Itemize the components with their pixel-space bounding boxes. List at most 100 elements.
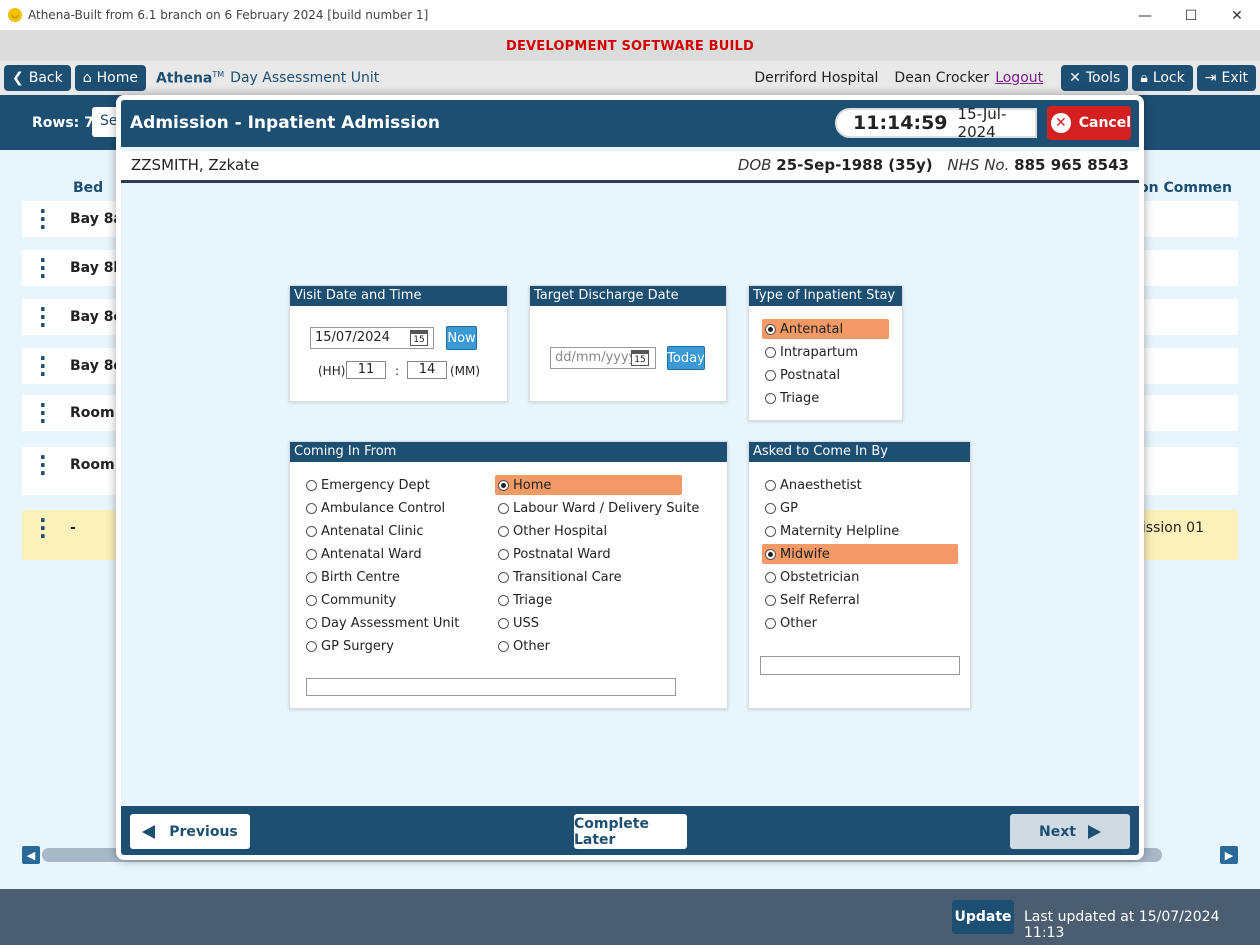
rows-count: Rows: 7 bbox=[32, 115, 94, 131]
panel-title: Visit Date and Time bbox=[290, 286, 507, 306]
visit-date-panel: Visit Date and Time 15/07/2024 15 Now (H… bbox=[289, 285, 508, 402]
admission-dialog: Admission - Inpatient Admission 11:14:59… bbox=[116, 95, 1144, 860]
nhs-label: NHS No. bbox=[947, 156, 1010, 174]
unit-name: Day Assessment Unit bbox=[230, 70, 380, 86]
radio-icon bbox=[765, 323, 776, 335]
lock-button[interactable]: 🔒︎ Lock bbox=[1132, 65, 1193, 91]
radio-labour-ward[interactable]: Labour Ward / Delivery Suite bbox=[495, 498, 715, 518]
clock-display: 11:14:59 15-Jul-2024 bbox=[835, 105, 1037, 141]
patient-dob: 25-Sep-1988 (35y) bbox=[776, 156, 933, 174]
last-updated-text: Last updated at 15/07/2024 11:13 bbox=[1024, 909, 1220, 941]
radio-icon bbox=[306, 617, 317, 629]
minute-input[interactable]: 14 bbox=[407, 361, 447, 379]
window-titlebar: ◡ Athena-Built from 6.1 branch on 6 Febr… bbox=[0, 0, 1260, 31]
today-button[interactable]: Today bbox=[667, 346, 705, 370]
row-menu-icon[interactable]: · · · bbox=[39, 447, 47, 483]
panel-title: Type of Inpatient Stay bbox=[749, 286, 902, 306]
radio-antenatal[interactable]: Antenatal bbox=[762, 319, 889, 339]
calendar-icon[interactable]: 15 bbox=[631, 350, 649, 366]
radio-icon bbox=[498, 571, 509, 583]
radio-birth-centre[interactable]: Birth Centre bbox=[303, 567, 483, 587]
row-menu-icon[interactable]: · · · bbox=[39, 395, 47, 431]
bed-column-header[interactable]: Bed bbox=[73, 180, 103, 196]
complete-later-button[interactable]: Complete Later bbox=[574, 814, 687, 849]
now-button[interactable]: Now bbox=[446, 326, 477, 350]
radio-other-hospital[interactable]: Other Hospital bbox=[495, 521, 682, 541]
back-button[interactable]: ❮ Back bbox=[4, 65, 71, 91]
radio-other-from[interactable]: Other bbox=[495, 636, 682, 656]
stay-type-panel: Type of Inpatient Stay Antenatal Intrapa… bbox=[748, 285, 903, 421]
minimize-button[interactable]: — bbox=[1122, 0, 1168, 31]
dev-build-banner: DEVELOPMENT SOFTWARE BUILD bbox=[0, 31, 1260, 61]
panel-title: Coming In From bbox=[290, 442, 727, 462]
next-button[interactable]: Next bbox=[1010, 814, 1130, 849]
radio-community[interactable]: Community bbox=[303, 590, 483, 610]
chevron-left-icon: ❮ bbox=[12, 70, 24, 86]
maximize-button[interactable]: ☐ bbox=[1168, 0, 1214, 31]
update-button[interactable]: Update bbox=[952, 900, 1014, 934]
asked-by-other-input[interactable] bbox=[760, 656, 960, 675]
scroll-left-icon[interactable]: ◀ bbox=[22, 846, 40, 864]
radio-emergency-dept[interactable]: Emergency Dept bbox=[303, 475, 483, 495]
tools-button[interactable]: ✕ Tools bbox=[1061, 65, 1129, 91]
radio-icon bbox=[765, 479, 776, 491]
scroll-right-icon[interactable]: ▶ bbox=[1220, 846, 1238, 864]
radio-home[interactable]: Home bbox=[495, 475, 682, 495]
clock-time: 11:14:59 bbox=[853, 112, 948, 134]
hour-input[interactable]: 11 bbox=[346, 361, 386, 379]
row-menu-icon[interactable]: · · · bbox=[39, 201, 47, 237]
radio-midwife[interactable]: Midwife bbox=[762, 544, 958, 564]
radio-icon bbox=[765, 369, 776, 381]
user-name: Dean Crocker bbox=[894, 70, 990, 86]
exit-icon: ⇥ bbox=[1204, 70, 1217, 86]
radio-day-assessment-unit[interactable]: Day Assessment Unit bbox=[303, 613, 483, 633]
time-colon: : bbox=[395, 364, 400, 378]
row-menu-icon[interactable]: · · · bbox=[39, 250, 47, 286]
row-menu-icon[interactable]: · · · bbox=[39, 299, 47, 335]
radio-icon bbox=[765, 571, 776, 583]
nav-bar: ❮ Back ⌂ Home AthenaTM Day Assessment Un… bbox=[0, 61, 1260, 95]
radio-icon bbox=[498, 525, 509, 537]
radio-transitional-care[interactable]: Transitional Care bbox=[495, 567, 682, 587]
exit-button[interactable]: ⇥ Exit bbox=[1196, 65, 1256, 91]
radio-other-asked[interactable]: Other bbox=[762, 613, 958, 633]
radio-obstetrician[interactable]: Obstetrician bbox=[762, 567, 958, 587]
home-button[interactable]: ⌂ Home bbox=[74, 65, 146, 91]
radio-uss[interactable]: USS bbox=[495, 613, 682, 633]
hh-label: (HH) bbox=[318, 364, 346, 378]
radio-maternity-helpline[interactable]: Maternity Helpline bbox=[762, 521, 958, 541]
dob-label: DOB bbox=[737, 156, 772, 174]
radio-icon bbox=[765, 594, 776, 606]
radio-icon bbox=[498, 640, 509, 652]
radio-gp-surgery[interactable]: GP Surgery bbox=[303, 636, 483, 656]
radio-icon bbox=[765, 548, 776, 560]
radio-icon bbox=[765, 617, 776, 629]
previous-button[interactable]: Previous bbox=[130, 814, 250, 849]
radio-antenatal-ward[interactable]: Antenatal Ward bbox=[303, 544, 483, 564]
radio-antenatal-clinic[interactable]: Antenatal Clinic bbox=[303, 521, 483, 541]
row-menu-icon[interactable]: · · · bbox=[39, 510, 47, 546]
radio-postnatal[interactable]: Postnatal bbox=[762, 365, 889, 385]
radio-icon bbox=[306, 594, 317, 606]
radio-anaesthetist[interactable]: Anaesthetist bbox=[762, 475, 958, 495]
calendar-icon[interactable]: 15 bbox=[410, 330, 428, 346]
radio-icon bbox=[765, 525, 776, 537]
coming-from-other-input[interactable] bbox=[306, 678, 676, 696]
radio-self-referral[interactable]: Self Referral bbox=[762, 590, 958, 610]
patient-banner: ZZSMITH, Zzkate DOB 25-Sep-1988 (35y) NH… bbox=[121, 147, 1139, 183]
radio-postnatal-ward[interactable]: Postnatal Ward bbox=[495, 544, 682, 564]
logout-link[interactable]: Logout bbox=[995, 70, 1043, 86]
radio-icon bbox=[498, 479, 509, 491]
radio-icon bbox=[498, 594, 509, 606]
row-menu-icon[interactable]: · · · bbox=[39, 348, 47, 384]
radio-icon bbox=[306, 479, 317, 491]
radio-ambulance-control[interactable]: Ambulance Control bbox=[303, 498, 483, 518]
dialog-header: Admission - Inpatient Admission 11:14:59… bbox=[121, 100, 1139, 147]
cancel-button[interactable]: ✕ Cancel bbox=[1047, 106, 1131, 140]
radio-triage[interactable]: Triage bbox=[762, 388, 889, 408]
radio-icon bbox=[306, 640, 317, 652]
close-window-button[interactable]: ✕ bbox=[1214, 0, 1260, 31]
radio-gp[interactable]: GP bbox=[762, 498, 958, 518]
radio-triage-from[interactable]: Triage bbox=[495, 590, 682, 610]
radio-intrapartum[interactable]: Intrapartum bbox=[762, 342, 889, 362]
